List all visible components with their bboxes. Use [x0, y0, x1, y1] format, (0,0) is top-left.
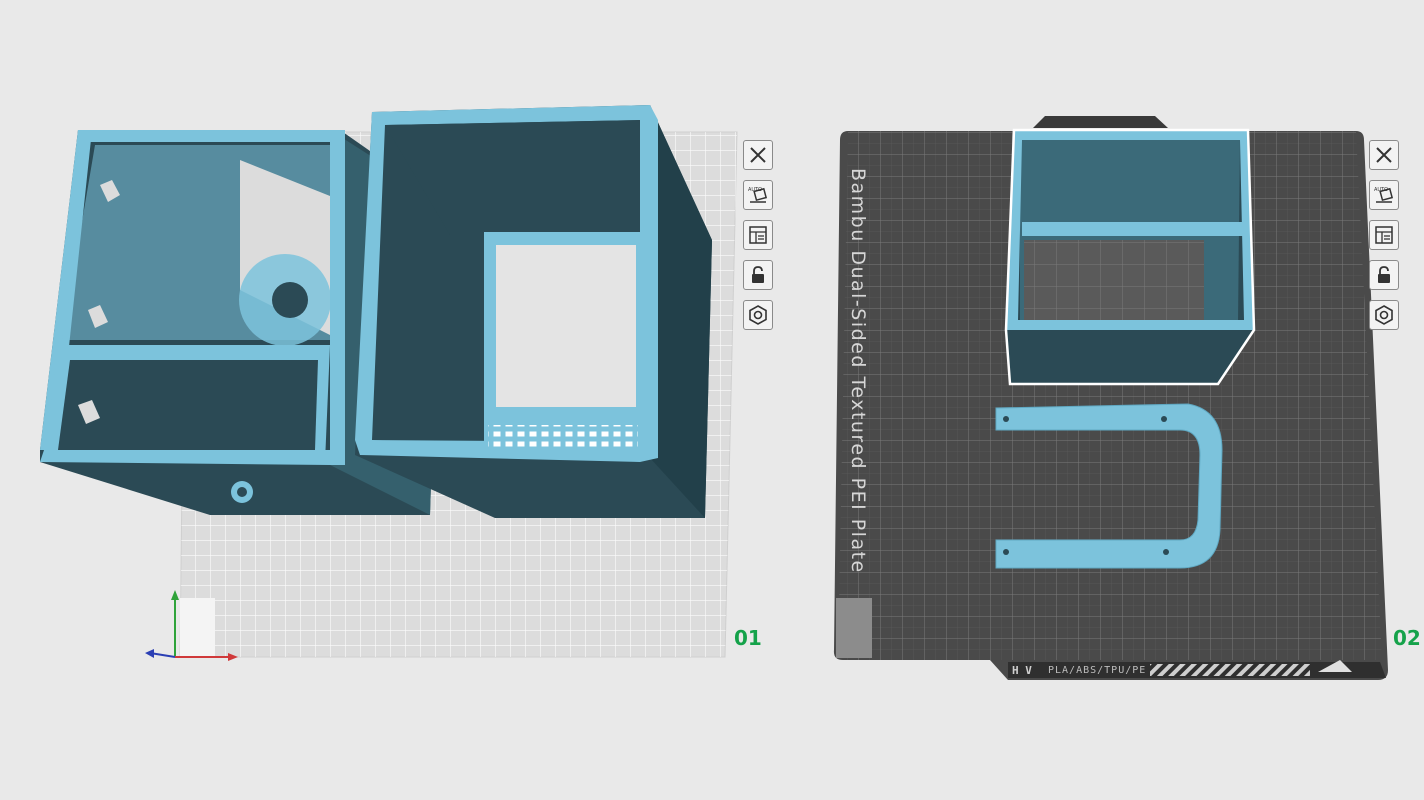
fan-hub	[272, 282, 308, 318]
u-bracket-hole	[1161, 416, 1167, 422]
plate-02-footer-text: PLA/ABS/TPU/PE	[1048, 665, 1146, 676]
unlock-icon	[1378, 266, 1390, 283]
layout-icon	[749, 226, 767, 244]
unlock-icon	[752, 266, 764, 283]
3d-viewport[interactable]: Bambu Dual-Sided Textured PEI Plate H V …	[0, 0, 1424, 800]
plate-02-toolbar: AUTO	[1369, 140, 1401, 330]
orient-button[interactable]	[743, 220, 773, 250]
u-bracket-hole	[1003, 416, 1009, 422]
auto-arrange-button[interactable]: AUTO	[743, 180, 773, 210]
plate-02-footer-hatch	[1150, 664, 1310, 676]
lock-button[interactable]	[1369, 260, 1399, 290]
fan-housing-top-rim	[78, 130, 345, 142]
plate-number-02: 02	[1393, 626, 1421, 650]
lock-button[interactable]	[743, 260, 773, 290]
fan-housing-shelf-inner	[58, 360, 318, 450]
auto-arrange-icon: AUTO	[1374, 187, 1394, 203]
plate-number-01: 01	[734, 626, 762, 650]
auto-arrange-button[interactable]: AUTO	[1369, 180, 1399, 210]
plate-01-toolbar: AUTO	[743, 140, 775, 330]
close-button[interactable]	[743, 140, 773, 170]
model-box-selected[interactable]	[1004, 128, 1256, 386]
plate-settings-button[interactable]	[1369, 300, 1399, 330]
auto-arrange-icon: AUTO	[748, 187, 768, 203]
model-open-box[interactable]	[355, 105, 712, 518]
build-plate-01-origin-square	[180, 598, 215, 657]
gear-icon	[749, 305, 767, 325]
gear-icon	[1375, 305, 1393, 325]
box-window	[496, 245, 636, 407]
mount-hole-center	[237, 487, 247, 497]
selected-box-front	[1010, 332, 1252, 384]
selected-box-window-grid	[1024, 240, 1204, 320]
plate-02-handle	[1033, 116, 1168, 128]
layout-icon	[1375, 226, 1393, 244]
plate-settings-button[interactable]	[743, 300, 773, 330]
plate-02-origin-square	[836, 598, 872, 658]
selected-box-shelf	[1022, 222, 1244, 236]
box-vent-grid	[488, 425, 638, 447]
fan-housing-side-rim	[330, 130, 345, 465]
close-icon	[750, 147, 766, 163]
close-icon	[1376, 147, 1392, 163]
orient-button[interactable]	[1369, 220, 1399, 250]
plate-02-logo: H V	[1012, 664, 1032, 677]
plate-02-label: Bambu Dual-Sided Textured PEI Plate	[847, 168, 869, 574]
u-bracket-hole	[1163, 549, 1169, 555]
close-button[interactable]	[1369, 140, 1399, 170]
u-bracket-hole	[1003, 549, 1009, 555]
